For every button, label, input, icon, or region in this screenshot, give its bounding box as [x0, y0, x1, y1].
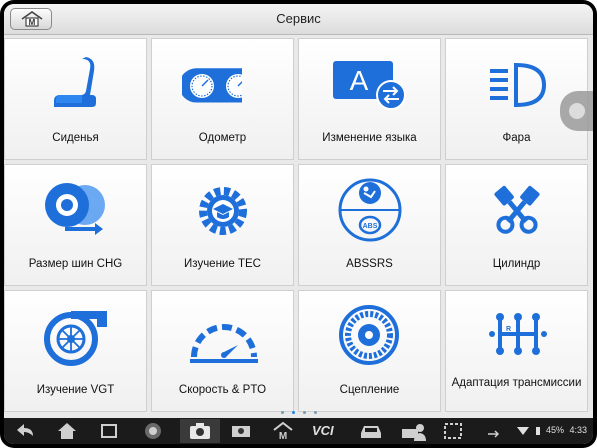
page-dot-active[interactable] [291, 411, 295, 414]
tile-label: Сиденья [52, 132, 99, 144]
tile-label: Адаптация трансмиссии [451, 377, 582, 389]
tile-label: Сцепление [339, 384, 400, 396]
tile-label: Изучение TEC [184, 258, 261, 270]
car-icon[interactable] [358, 421, 384, 441]
tile-label: Цилиндр [492, 258, 541, 270]
clock: 4:33 [569, 425, 587, 435]
svg-text:ABS: ABS [363, 223, 378, 230]
back-icon[interactable] [14, 421, 36, 441]
page-indicator [4, 411, 593, 417]
battery-level: 45% [545, 425, 564, 435]
svg-text:M: M [279, 431, 287, 441]
svg-text:R: R [506, 326, 511, 333]
tile-label: Одометр [198, 132, 247, 144]
tile-odometer[interactable]: Одометр [151, 38, 294, 160]
wifi-icon [516, 426, 529, 435]
cylinder-icon [494, 185, 540, 234]
speed-pto-icon [190, 324, 258, 363]
handle-dot [569, 103, 585, 119]
headlight-icon [490, 62, 547, 108]
tec-learning-icon [199, 187, 247, 235]
svg-text:A: A [350, 65, 369, 96]
tile-transmission[interactable]: R Адаптация трансмиссии [445, 290, 588, 412]
screen: M Сервис Сиденья Одометр A Изменение язы… [4, 4, 593, 444]
tile-vgt[interactable]: Изучение VGT [4, 290, 147, 412]
maxisys-m-icon[interactable]: M [272, 421, 294, 441]
tile-language[interactable]: A Изменение языка [298, 38, 441, 160]
tile-label: Скорость & PTO [178, 384, 267, 396]
tile-label: Фара [502, 132, 531, 144]
recent-apps-icon[interactable] [98, 421, 120, 441]
transmission-icon: R [489, 313, 547, 355]
language-change-icon: A [333, 61, 406, 110]
abs-srs-icon: ABS [338, 178, 402, 242]
tile-label: Размер шин CHG [28, 258, 123, 270]
service-grid: Сиденья Одометр A Изменение языка Фара Р… [4, 38, 593, 412]
odometer-icon [182, 68, 242, 103]
title-bar: M Сервис [4, 4, 593, 35]
flashlight-icon[interactable] [230, 421, 254, 441]
home-icon[interactable] [56, 421, 78, 441]
battery-icon [536, 426, 541, 435]
browser-icon[interactable] [142, 421, 164, 441]
sync-icon [488, 430, 500, 438]
tile-cylinder[interactable]: Цилиндр [445, 164, 588, 286]
tile-label: Изменение языка [322, 132, 417, 144]
floating-side-handle[interactable] [560, 91, 593, 131]
tire-size-icon [45, 183, 105, 235]
vci-icon[interactable]: VCI [312, 423, 334, 443]
seat-icon [54, 57, 96, 107]
page-dot[interactable] [313, 411, 317, 414]
tile-speed-pto[interactable]: Скорость & PTO [151, 290, 294, 412]
turbo-icon [44, 311, 107, 366]
tile-abssrs[interactable]: ABS ABSSRS [298, 164, 441, 286]
device-frame: M Сервис Сиденья Одометр A Изменение язы… [0, 0, 597, 448]
page-dot[interactable] [302, 411, 306, 414]
remote-support-icon[interactable] [400, 421, 426, 441]
camera-icon[interactable] [188, 421, 212, 441]
clutch-icon [339, 305, 399, 365]
tile-label: Изучение VGT [36, 384, 115, 396]
page-title: Сервис [276, 11, 321, 26]
taskbar: M VCI 45% 4:33 [4, 418, 593, 444]
tile-tec[interactable]: Изучение TEC [151, 164, 294, 286]
page-dot[interactable] [280, 411, 284, 414]
tile-seat[interactable]: Сиденья [4, 38, 147, 160]
tile-clutch[interactable]: Сцепление [298, 290, 441, 412]
tile-tire-size[interactable]: Размер шин CHG [4, 164, 147, 286]
tile-label: ABSSRS [346, 258, 393, 270]
screenshot-icon[interactable] [442, 421, 464, 441]
status-area: 45% 4:33 [516, 425, 587, 435]
